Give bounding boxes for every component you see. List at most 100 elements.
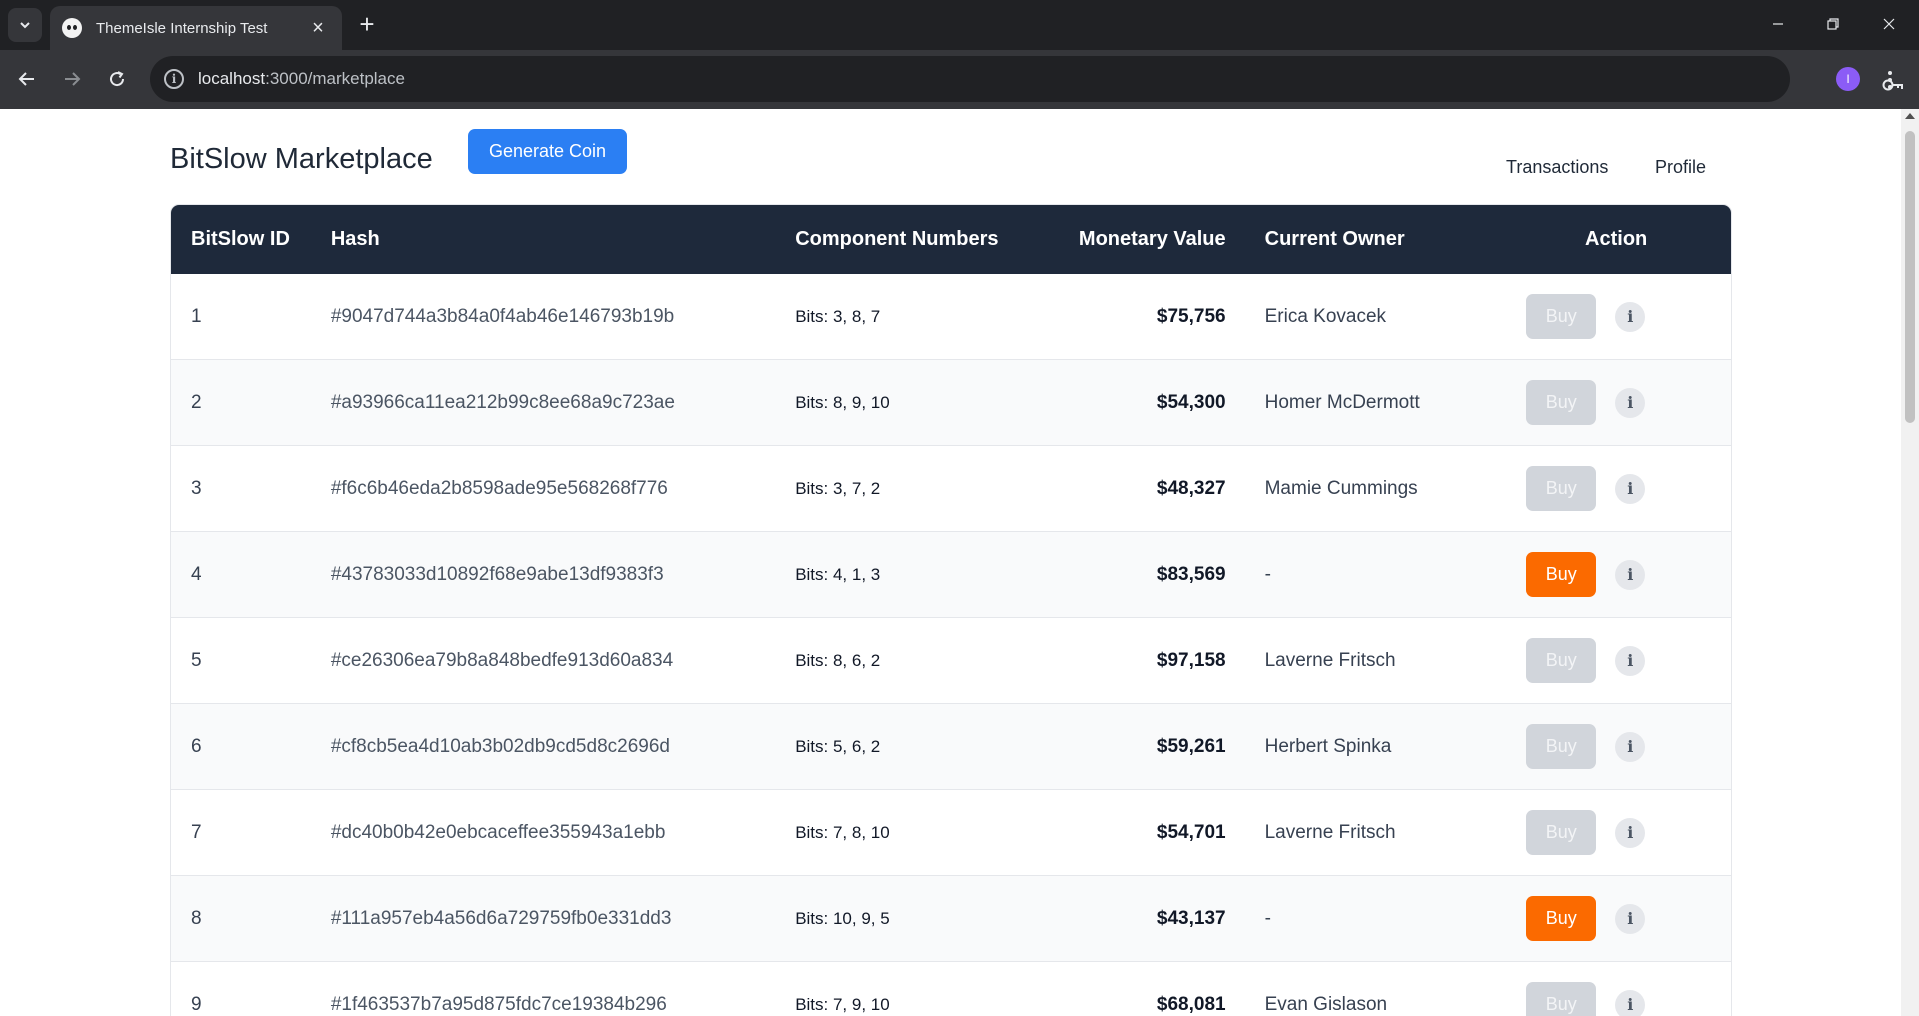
info-icon[interactable]: i	[1615, 731, 1646, 762]
cell-components: Bits: 8, 6, 2	[795, 650, 881, 670]
buy-button[interactable]: Buy	[1526, 380, 1597, 425]
column-header-value: Monetary Value	[1078, 228, 1226, 250]
cell-hash: #a93966ca11ea212b99c8ee68a9c723ae	[330, 391, 675, 413]
cell-owner: Mamie Cummings	[1264, 477, 1418, 499]
cell-hash: #f6c6b46eda2b8598ade95e568268f776	[330, 477, 668, 499]
tab-search-button[interactable]	[8, 8, 42, 42]
page-scrollbar[interactable]	[1901, 109, 1919, 1016]
browser-tab[interactable]: ThemeIsle Internship Test ×	[50, 6, 342, 50]
cell-id: 5	[191, 649, 202, 671]
buy-button[interactable]: Buy	[1526, 810, 1597, 855]
cell-value: $54,300	[1156, 391, 1226, 413]
buy-button[interactable]: Buy	[1526, 466, 1597, 511]
nav-profile-link[interactable]: Profile	[1655, 157, 1706, 178]
cell-id: 7	[191, 821, 202, 843]
cell-action: Buy i	[1501, 896, 1731, 941]
cell-owner: Laverne Fritsch	[1264, 821, 1396, 843]
cell-owner: Homer McDermott	[1264, 391, 1420, 413]
favicon-icon	[62, 18, 82, 38]
window-close-icon[interactable]	[1869, 8, 1909, 40]
cell-owner: Erica Kovacek	[1264, 305, 1387, 327]
browser-toolbar: i localhost:3000/marketplace I	[0, 50, 1919, 109]
cell-value: $59,261	[1156, 735, 1226, 757]
cell-hash: #111a957eb4a56d6a729759fb0e331dd3	[330, 907, 672, 929]
buy-button[interactable]: Buy	[1526, 638, 1597, 683]
browser-tab-bar: ThemeIsle Internship Test × +	[0, 0, 1919, 50]
cell-owner: Evan Gislason	[1264, 993, 1388, 1015]
cell-components: Bits: 7, 8, 10	[795, 822, 890, 842]
column-header-action: Action	[1585, 228, 1648, 250]
table-header: BitSlow ID Hash Component Numbers Moneta…	[171, 205, 1731, 274]
restore-icon[interactable]	[1813, 8, 1853, 40]
nav-transactions-link[interactable]: Transactions	[1506, 157, 1608, 178]
buy-button[interactable]: Buy	[1526, 552, 1597, 597]
cell-id: 8	[191, 907, 202, 929]
cell-owner: -	[1264, 563, 1271, 585]
cell-id: 2	[191, 391, 202, 413]
cell-owner: -	[1264, 907, 1271, 929]
info-icon[interactable]: i	[1615, 387, 1646, 418]
buy-button[interactable]: Buy	[1526, 982, 1597, 1016]
chevron-down-icon	[20, 22, 30, 29]
site-info-icon[interactable]: i	[164, 69, 184, 89]
cell-id: 6	[191, 735, 202, 757]
info-icon[interactable]: i	[1615, 473, 1646, 504]
table-row: 7 #dc40b0b42e0ebcaceffee355943a1ebb Bits: …	[171, 790, 1731, 876]
cell-value: $48,327	[1156, 477, 1226, 499]
buy-button[interactable]: Buy	[1526, 724, 1597, 769]
info-icon[interactable]: i	[1615, 559, 1646, 590]
cell-action: Buy i	[1501, 982, 1731, 1016]
marketplace-table: BitSlow ID Hash Component Numbers Moneta…	[170, 204, 1732, 1016]
column-header-owner: Current Owner	[1264, 228, 1405, 250]
reload-icon[interactable]	[100, 62, 134, 96]
cell-value: $68,081	[1156, 993, 1226, 1015]
scrollbar-thumb[interactable]	[1905, 131, 1915, 423]
cell-id: 9	[191, 993, 202, 1015]
cell-hash: #1f463537b7a95d875fdc7ce19384b296	[330, 993, 667, 1015]
page-header: BitSlow Marketplace Generate Coin Transa…	[170, 129, 1731, 179]
minimize-icon[interactable]	[1758, 8, 1798, 40]
cell-value: $75,756	[1156, 305, 1226, 327]
cell-components: Bits: 7, 9, 10	[795, 994, 890, 1014]
cell-components: Bits: 3, 7, 2	[795, 478, 881, 498]
url-text: localhost:3000/marketplace	[198, 69, 405, 89]
page-title: BitSlow Marketplace	[170, 143, 433, 175]
cell-id: 4	[191, 563, 202, 585]
menu-icon[interactable]	[1880, 65, 1900, 95]
scroll-up-arrow-icon[interactable]	[1905, 113, 1915, 119]
info-icon[interactable]: i	[1615, 645, 1646, 676]
buy-button[interactable]: Buy	[1526, 294, 1597, 339]
plus-icon[interactable]: +	[352, 10, 382, 40]
info-icon[interactable]: i	[1615, 989, 1646, 1016]
address-bar[interactable]: i localhost:3000/marketplace	[150, 56, 1903, 102]
profile-avatar[interactable]: I	[1836, 67, 1860, 91]
forward-icon[interactable]	[55, 62, 89, 96]
cell-components: Bits: 5, 6, 2	[795, 736, 881, 756]
info-icon[interactable]: i	[1615, 903, 1646, 934]
info-icon[interactable]: i	[1615, 301, 1646, 332]
cell-action: Buy i	[1501, 724, 1731, 769]
cell-hash: #ce26306ea79b8a848bedfe913d60a834	[330, 649, 674, 671]
cell-action: Buy i	[1501, 294, 1731, 339]
cell-hash: #dc40b0b42e0ebcaceffee355943a1ebb	[330, 821, 666, 843]
info-icon[interactable]: i	[1615, 817, 1646, 848]
cell-value: $43,137	[1156, 907, 1226, 929]
buy-button[interactable]: Buy	[1526, 896, 1597, 941]
table-row: 1 #9047d744a3b84a0f4ab46e146793b19b Bits: …	[171, 274, 1731, 360]
cell-id: 1	[191, 305, 202, 327]
cell-hash: #cf8cb5ea4d10ab3b02db9cd5d8c2696d	[330, 735, 670, 757]
cell-value: $97,158	[1156, 649, 1226, 671]
cell-hash: #9047d744a3b84a0f4ab46e146793b19b	[330, 305, 675, 327]
cell-action: Buy i	[1501, 810, 1731, 855]
cell-components: Bits: 3, 8, 7	[795, 306, 881, 326]
table-row: 4 #43783033d10892f68e9abe13df9383f3 Bits: …	[171, 532, 1731, 618]
back-icon[interactable]	[10, 62, 44, 96]
column-header-id: BitSlow ID	[191, 228, 290, 250]
cell-components: Bits: 4, 1, 3	[795, 564, 881, 584]
cell-components: Bits: 8, 9, 10	[795, 392, 890, 412]
url-path: :3000/marketplace	[265, 69, 405, 88]
generate-coin-button[interactable]: Generate Coin	[468, 129, 628, 174]
table-row: 9 #1f463537b7a95d875fdc7ce19384b296 Bits: …	[171, 962, 1731, 1016]
close-icon[interactable]: ×	[306, 17, 330, 40]
cell-components: Bits: 10, 9, 5	[795, 908, 890, 928]
